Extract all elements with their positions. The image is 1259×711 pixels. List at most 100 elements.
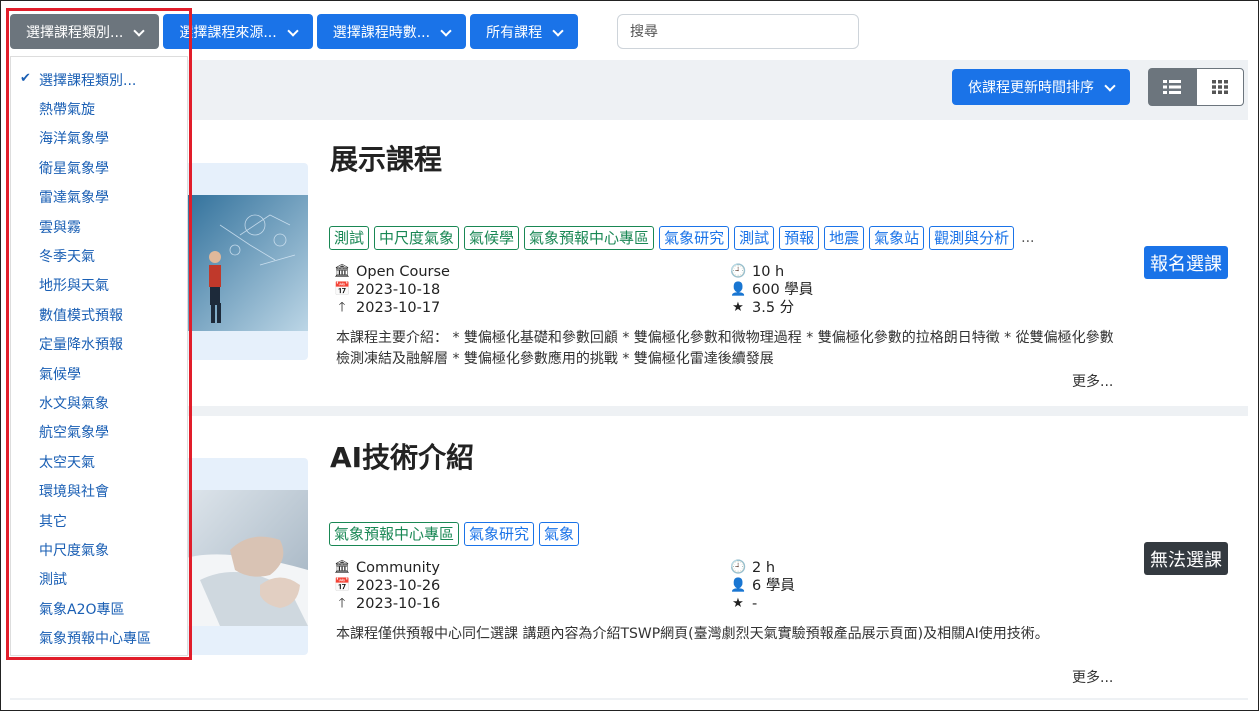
chevron-down-icon (552, 26, 564, 38)
category-option[interactable]: 氣象預報中心專區 (11, 623, 187, 652)
check-icon: ✔ (20, 71, 31, 86)
course-meta-left: 🏛 Open Course 📅 2023-10-18 🡑 2023-10-17 (334, 263, 450, 317)
star-icon: ★ (732, 300, 744, 315)
course-date-updated: 2023-10-16 (356, 596, 441, 612)
course-tags: 氣象預報中心專區 氣象研究 氣象 (329, 522, 580, 546)
hours-filter-dropdown[interactable]: 選擇課程時數... (316, 14, 467, 49)
course-source: Community (356, 560, 440, 576)
course-tag[interactable]: 測試 (734, 226, 775, 250)
category-option[interactable]: ✔ 選擇課程類別... (11, 65, 187, 94)
course-meta-right: 🕘 2 h 👤 6 學員 ★ - (730, 559, 795, 613)
course-thumbnail[interactable] (180, 458, 308, 655)
course-tag[interactable]: 測試 (329, 226, 370, 250)
clock-icon: 🕘 (730, 264, 747, 279)
category-option[interactable]: 環境與社會 (11, 476, 187, 505)
course-tag[interactable]: 氣象研究 (659, 226, 730, 250)
category-option[interactable]: 雷達氣象學 (11, 183, 187, 212)
category-option-label: 冬季天氣 (39, 249, 95, 266)
clock-icon: 🕘 (730, 560, 747, 575)
category-option[interactable]: 氣象A2O專區 (11, 594, 187, 623)
category-option-label: 氣象A2O專區 (39, 601, 125, 618)
category-option-label: 環境與社會 (39, 484, 109, 501)
category-option-label: 測試 (39, 572, 67, 589)
source-filter-label: 選擇課程來源... (179, 24, 277, 41)
enroll-button[interactable]: 報名選課 (1144, 246, 1228, 279)
category-option[interactable]: 航空氣象學 (11, 418, 187, 447)
sort-label: 依課程更新時間排序 (968, 80, 1094, 96)
category-option[interactable]: 地形與天氣 (11, 271, 187, 300)
course-tag[interactable]: 預報 (779, 226, 820, 250)
category-option[interactable]: 熱帶氣旋 (11, 94, 187, 123)
course-tag[interactable]: 氣象站 (869, 226, 925, 250)
category-option-label: 海洋氣象學 (39, 131, 109, 148)
category-option[interactable]: 太空天氣 (11, 447, 187, 476)
course-card: AI技術介紹 氣象預報中心專區 氣象研究 氣象 🏛 Community 📅 2023… (10, 416, 1248, 698)
category-option[interactable]: 測試 (11, 565, 187, 594)
chevron-down-icon (1104, 81, 1116, 93)
course-meta-left: 🏛 Community 📅 2023-10-26 🡑 2023-10-16 (334, 559, 440, 613)
category-option-label: 地形與天氣 (39, 278, 109, 295)
chevron-down-icon (440, 26, 452, 38)
course-tag[interactable]: 地震 (824, 226, 865, 250)
category-option[interactable]: 冬季天氣 (11, 241, 187, 270)
course-rating: 3.5 分 (752, 300, 795, 316)
sort-dropdown[interactable]: 依課程更新時間排序 (952, 69, 1130, 105)
list-view-button[interactable] (1148, 68, 1196, 106)
course-thumbnail[interactable] (180, 163, 308, 360)
course-source: Open Course (356, 264, 450, 280)
category-option-label: 氣候學 (39, 366, 81, 383)
all-courses-dropdown[interactable]: 所有課程 (470, 14, 579, 49)
category-option[interactable]: 衛星氣象學 (11, 153, 187, 182)
course-date-created: 2023-10-18 (356, 282, 441, 298)
category-option[interactable]: 雲與霧 (11, 212, 187, 241)
course-more-link[interactable]: 更多... (1072, 371, 1113, 391)
category-option[interactable]: 定量降水預報 (11, 330, 187, 359)
category-filter-label: 選擇課程類別... (26, 24, 124, 41)
category-option[interactable]: 中尺度氣象 (11, 535, 187, 564)
course-title[interactable]: AI技術介紹 (330, 436, 474, 476)
category-filter-dropdown[interactable]: 選擇課程類別... (10, 14, 160, 49)
course-tag[interactable]: 中尺度氣象 (374, 226, 460, 250)
category-option[interactable]: 海洋氣象學 (11, 124, 187, 153)
course-title[interactable]: 展示課程 (330, 138, 442, 178)
enroll-button-disabled[interactable]: 無法選課 (1144, 542, 1228, 575)
course-students: 600 學員 (752, 282, 814, 298)
course-tags: 測試 中尺度氣象 氣候學 氣象預報中心專區 氣象研究 測試 預報 地震 氣象站 … (329, 226, 1035, 250)
course-tag[interactable]: 氣象 (539, 522, 580, 546)
course-tag[interactable]: 氣象研究 (464, 522, 535, 546)
chevron-down-icon (133, 26, 145, 38)
category-option-label: 數值模式預報 (39, 307, 123, 324)
star-icon: ★ (732, 596, 744, 611)
category-option-label: 定量降水預報 (39, 337, 123, 354)
institution-icon: 🏛 (334, 264, 351, 279)
course-meta-right: 🕘 10 h 👤 600 學員 ★ 3.5 分 (730, 263, 813, 317)
course-rating: - (752, 596, 758, 612)
grid-view-icon (1212, 80, 1228, 94)
grid-view-button[interactable] (1196, 68, 1244, 106)
course-card: 展示課程 測試 中尺度氣象 氣候學 氣象預報中心專區 氣象研究 測試 預報 地震… (10, 120, 1248, 406)
user-icon: 👤 (730, 578, 747, 593)
category-option[interactable]: 其它 (11, 506, 187, 535)
tags-overflow: ... (1021, 230, 1035, 246)
list-view-icon (1163, 80, 1181, 94)
course-tag[interactable]: 氣候學 (464, 226, 520, 250)
arrow-up-icon: 🡑 (338, 596, 346, 611)
course-description: 本課程僅供預報中心同仁選課 講題內容為介紹TSWP網頁(臺灣劇烈天氣實驗預報產品… (336, 626, 1049, 642)
search-input[interactable] (617, 14, 859, 49)
arrow-up-icon: 🡑 (338, 300, 346, 315)
course-tag[interactable]: 氣象預報中心專區 (329, 522, 460, 546)
category-option[interactable]: 數值模式預報 (11, 300, 187, 329)
course-more-link[interactable]: 更多... (1072, 667, 1113, 687)
course-tag[interactable]: 氣象預報中心專區 (524, 226, 655, 250)
category-option[interactable]: 氣候學 (11, 359, 187, 388)
category-option[interactable]: 水文與氣象 (11, 388, 187, 417)
source-filter-dropdown[interactable]: 選擇課程來源... (163, 14, 313, 49)
calendar-icon: 📅 (334, 282, 351, 297)
course-date-created: 2023-10-26 (356, 578, 441, 594)
course-tag[interactable]: 觀測與分析 (929, 226, 1015, 250)
all-courses-label: 所有課程 (486, 24, 543, 41)
category-option-label: 雷達氣象學 (39, 190, 109, 207)
category-dropdown-menu: ✔ 選擇課程類別... 熱帶氣旋 海洋氣象學 衛星氣象學 雷達氣象學 雲與霧 冬季… (10, 56, 188, 656)
course-hours: 2 h (752, 560, 776, 576)
category-option-label: 熱帶氣旋 (39, 102, 95, 119)
